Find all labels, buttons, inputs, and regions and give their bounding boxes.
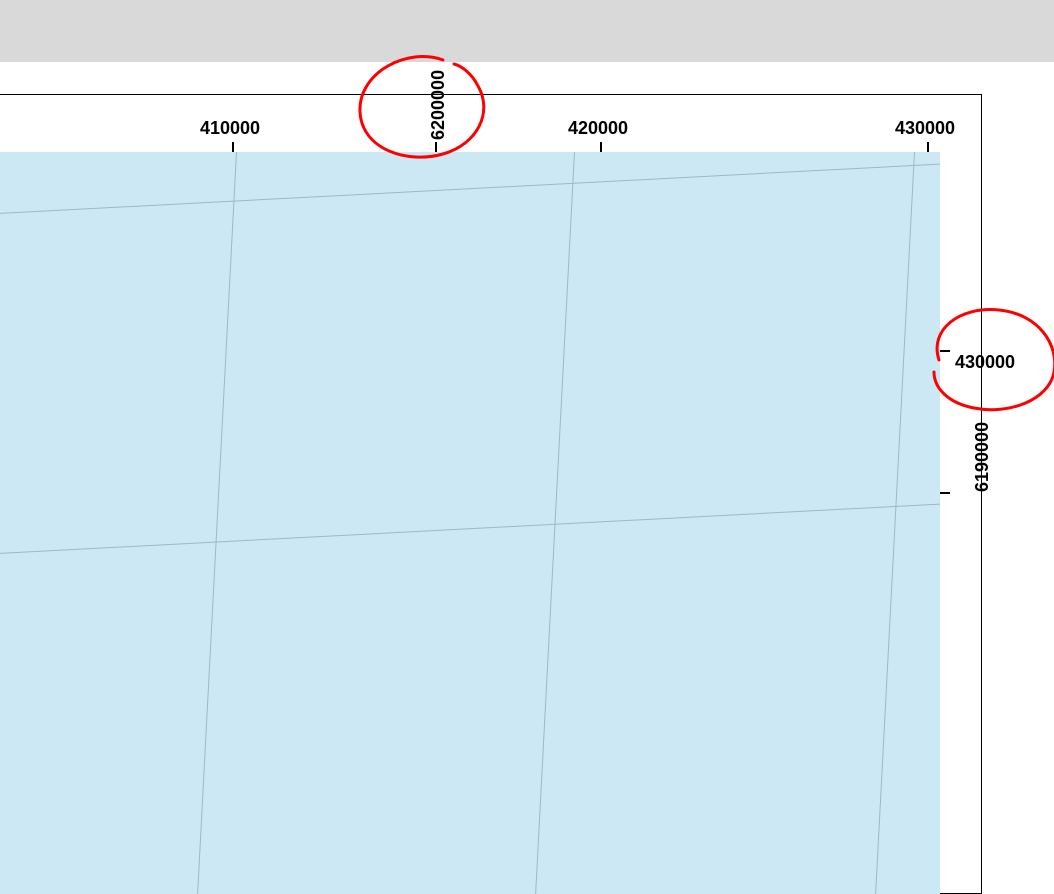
grid-label-y: 6190000 [972,422,993,492]
grid-tick [435,142,437,152]
grid-tick [927,142,929,152]
app-toolbar [0,0,1054,63]
graticule-line [0,504,940,557]
grid-tick [940,350,950,352]
graticule-line [197,152,237,894]
grid-tick [232,142,234,152]
grid-label-y-on-top: 6200000 [428,70,449,140]
graticule-line [0,164,940,217]
grid-tick [600,142,602,152]
grid-label-x: 420000 [568,118,628,139]
grid-tick [940,492,950,494]
grid-label-x: 410000 [200,118,260,139]
map-body[interactable] [0,152,940,894]
layout-canvas[interactable]: 410000 420000 430000 6200000 430000 6190… [0,62,1054,662]
grid-label-x: 430000 [895,118,955,139]
graticule-line [875,152,915,894]
grid-label-x-on-right: 430000 [955,352,1015,373]
